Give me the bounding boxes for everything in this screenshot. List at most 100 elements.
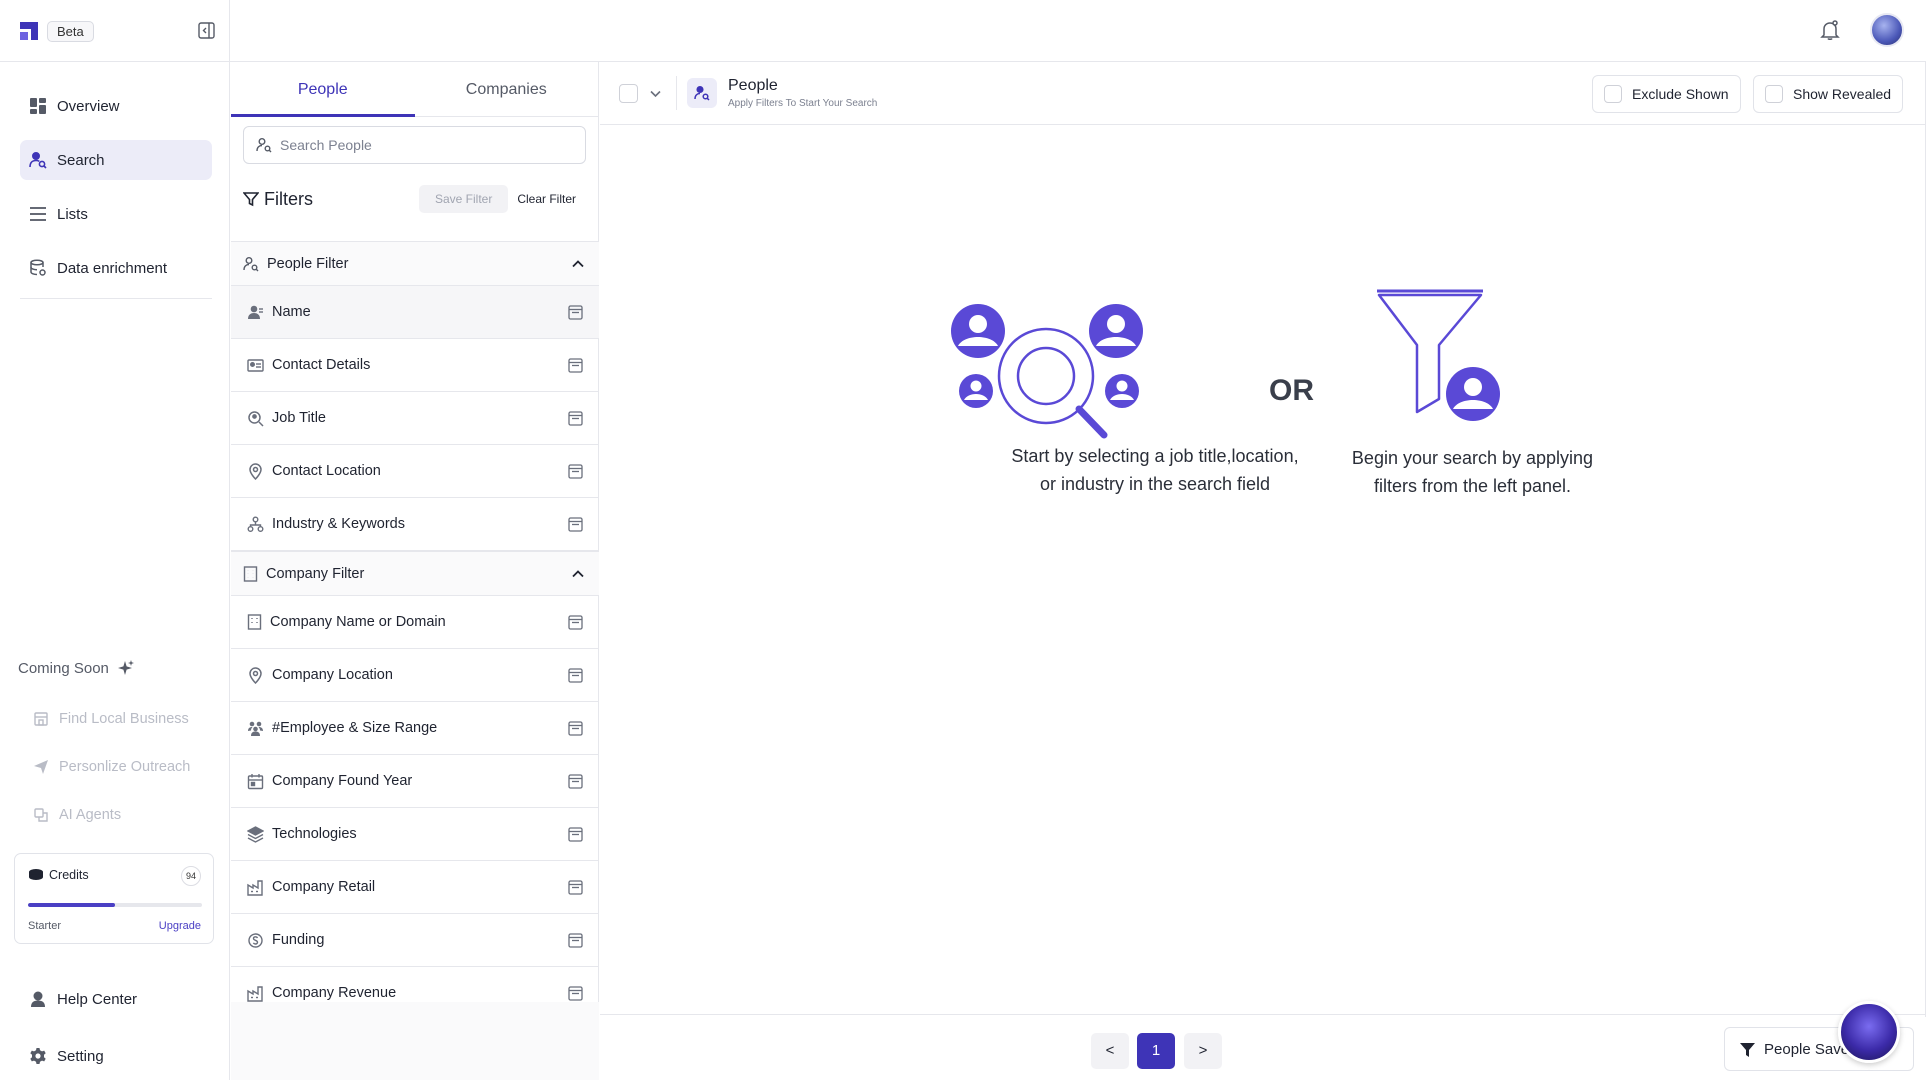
clear-filter-button[interactable]: Clear Filter xyxy=(506,185,587,213)
nav-item-data-enrichment[interactable]: Data enrichment xyxy=(20,248,212,288)
results-subtitle: Apply Filters To Start Your Search xyxy=(728,98,878,109)
avatar-icon xyxy=(1089,304,1143,358)
avatar-icon xyxy=(951,304,1005,358)
user-search-icon xyxy=(243,256,259,271)
filter-icon xyxy=(243,192,259,207)
save-filter-button[interactable]: Save Filter xyxy=(419,185,509,213)
notification-bell-icon[interactable] xyxy=(1819,19,1841,41)
filter-row-job-title[interactable]: Job Title xyxy=(231,392,599,445)
expand-icon[interactable] xyxy=(568,411,583,426)
filter-label: Contact Location xyxy=(272,463,381,479)
filter-label: Industry & Keywords xyxy=(272,516,405,532)
building-icon xyxy=(247,614,262,630)
magnifier-icon xyxy=(997,327,1108,439)
filter-row-contact-details[interactable]: Contact Details xyxy=(231,339,599,392)
credits-count: 94 xyxy=(181,866,201,886)
avatar-icon xyxy=(959,374,993,408)
coming-soon-label: Coming Soon xyxy=(18,659,109,677)
expand-icon[interactable] xyxy=(568,880,583,895)
credits-title: Credits xyxy=(28,868,89,882)
app-root: Beta Overview Search Lists Data enrichme… xyxy=(0,0,1926,1080)
list-icon xyxy=(30,207,46,221)
filter-label: Name xyxy=(272,304,311,320)
user-search-icon xyxy=(29,151,47,169)
show-revealed-checkbox[interactable] xyxy=(1765,85,1783,103)
filter-icon xyxy=(1740,1042,1755,1057)
factory-icon xyxy=(247,879,263,896)
credits-label: Credits xyxy=(49,868,89,882)
agent-icon xyxy=(34,808,48,822)
credits-progress-fill xyxy=(28,903,115,907)
filter-row-name[interactable]: Name xyxy=(231,286,599,339)
logo-icon xyxy=(20,22,38,40)
upgrade-link[interactable]: Upgrade xyxy=(159,920,201,932)
exclude-shown-toggle[interactable]: Exclude Shown xyxy=(1592,75,1741,113)
prev-page-button[interactable]: < xyxy=(1091,1033,1129,1069)
job-search-icon xyxy=(248,410,264,427)
filter-row-company-retail[interactable]: Company Retail xyxy=(231,861,599,914)
user-search-icon xyxy=(256,138,272,153)
expand-icon[interactable] xyxy=(568,464,583,479)
filter-label: Technologies xyxy=(272,826,357,842)
building-icon xyxy=(243,565,258,582)
next-page-button[interactable]: > xyxy=(1184,1033,1222,1069)
filter-row-industry-keywords[interactable]: Industry & Keywords xyxy=(231,498,599,551)
filter-row-employee-size[interactable]: #Employee & Size Range xyxy=(231,702,599,755)
funding-icon xyxy=(248,932,263,948)
tab-people[interactable]: People xyxy=(231,62,415,117)
show-revealed-label: Show Revealed xyxy=(1793,86,1892,102)
user-avatar[interactable] xyxy=(1870,13,1904,47)
exclude-shown-label: Exclude Shown xyxy=(1632,86,1729,102)
expand-icon[interactable] xyxy=(568,668,583,683)
collapse-sidebar-icon[interactable] xyxy=(198,22,215,39)
soon-item-label: AI Agents xyxy=(59,807,122,823)
filter-label: Company Name or Domain xyxy=(270,614,446,630)
page-1-button[interactable]: 1 xyxy=(1137,1033,1175,1069)
sidebar: Beta Overview Search Lists Data enrichme… xyxy=(0,0,230,1080)
tab-companies[interactable]: Companies xyxy=(415,62,599,116)
factory-icon xyxy=(247,985,263,1002)
assistant-avatar[interactable] xyxy=(1838,1001,1900,1063)
team-icon xyxy=(248,721,263,736)
expand-icon[interactable] xyxy=(568,986,583,1001)
expand-icon[interactable] xyxy=(568,933,583,948)
chevron-up-icon[interactable] xyxy=(571,257,585,271)
filter-row-technologies[interactable]: Technologies xyxy=(231,808,599,861)
expand-icon[interactable] xyxy=(568,517,583,532)
filter-row-funding[interactable]: Funding xyxy=(231,914,599,967)
credits-card: Credits 94 Starter Upgrade xyxy=(14,853,214,944)
expand-icon[interactable] xyxy=(568,358,583,373)
filter-label: Funding xyxy=(272,932,325,948)
search-people-input[interactable] xyxy=(280,137,570,153)
send-icon xyxy=(34,760,48,774)
chevron-down-icon[interactable] xyxy=(649,87,662,100)
expand-icon[interactable] xyxy=(568,305,583,320)
nav-item-help-center[interactable]: Help Center xyxy=(29,990,137,1008)
avatar-icon xyxy=(1105,374,1139,408)
expand-icon[interactable] xyxy=(568,721,583,736)
filter-row-contact-location[interactable]: Contact Location xyxy=(231,445,599,498)
group-label: People Filter xyxy=(267,255,349,272)
expand-icon[interactable] xyxy=(568,615,583,630)
layers-icon xyxy=(247,825,264,843)
people-filter-group[interactable]: People Filter xyxy=(231,241,599,286)
chevron-up-icon[interactable] xyxy=(571,567,585,581)
expand-icon[interactable] xyxy=(568,827,583,842)
filter-row-company-name-domain[interactable]: Company Name or Domain xyxy=(231,596,599,649)
nav-item-overview[interactable]: Overview xyxy=(20,86,212,126)
filter-label: Company Revenue xyxy=(272,985,397,1001)
show-revealed-toggle[interactable]: Show Revealed xyxy=(1753,75,1904,113)
avatar-icon xyxy=(1446,367,1500,421)
filter-row-company-location[interactable]: Company Location xyxy=(231,649,599,702)
results-area: People Apply Filters To Start Your Searc… xyxy=(600,62,1926,1080)
nav-item-search[interactable]: Search xyxy=(20,140,212,180)
filter-row-company-found-year[interactable]: Company Found Year xyxy=(231,755,599,808)
select-all-checkbox[interactable] xyxy=(619,84,638,103)
soon-item-find-local-business: Find Local Business xyxy=(33,711,189,727)
nav-item-lists[interactable]: Lists xyxy=(20,194,212,234)
filter-panel: People Companies Filters Save Filter Cle… xyxy=(231,62,599,1080)
exclude-shown-checkbox[interactable] xyxy=(1604,85,1622,103)
company-filter-group[interactable]: Company Filter xyxy=(231,551,599,596)
expand-icon[interactable] xyxy=(568,774,583,789)
nav-item-setting[interactable]: Setting xyxy=(29,1047,104,1065)
